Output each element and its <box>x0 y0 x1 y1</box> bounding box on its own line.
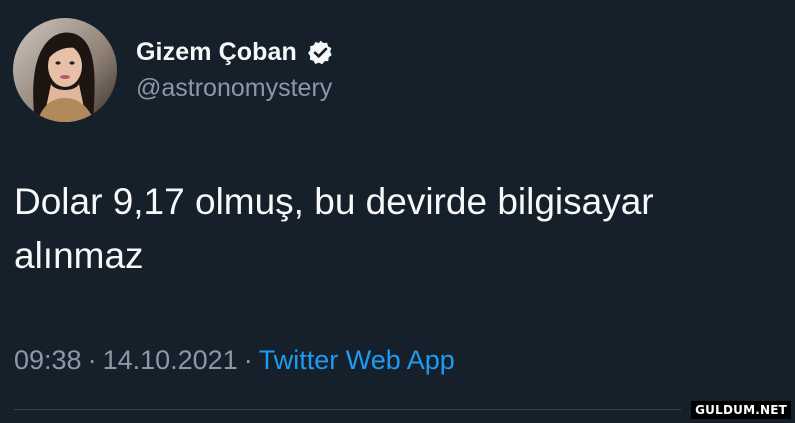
display-name[interactable]: Gizem Çoban <box>136 38 297 67</box>
meta-separator: · <box>243 345 253 375</box>
divider <box>14 409 681 410</box>
profile-photo <box>13 18 117 122</box>
author-handle[interactable]: @astronomystery <box>136 74 332 103</box>
meta-separator: · <box>87 345 97 375</box>
tweet-source-link[interactable]: Twitter Web App <box>259 345 455 375</box>
tweet-time[interactable]: 09:38 <box>14 345 82 375</box>
tweet-date[interactable]: 14.10.2021 <box>103 345 238 375</box>
tweet-metadata: 09:38 · 14.10.2021 · Twitter Web App <box>14 345 455 376</box>
verified-badge-icon <box>307 39 334 66</box>
tweet-card: Gizem Çoban @astronomystery Dolar 9,17 o… <box>0 0 795 423</box>
watermark: GULDUM.NET <box>691 401 791 419</box>
avatar[interactable] <box>13 18 117 122</box>
author-name-row: Gizem Çoban <box>136 34 334 70</box>
tweet-text: Dolar 9,17 olmuş, bu devirde bilgisayar … <box>14 181 654 276</box>
